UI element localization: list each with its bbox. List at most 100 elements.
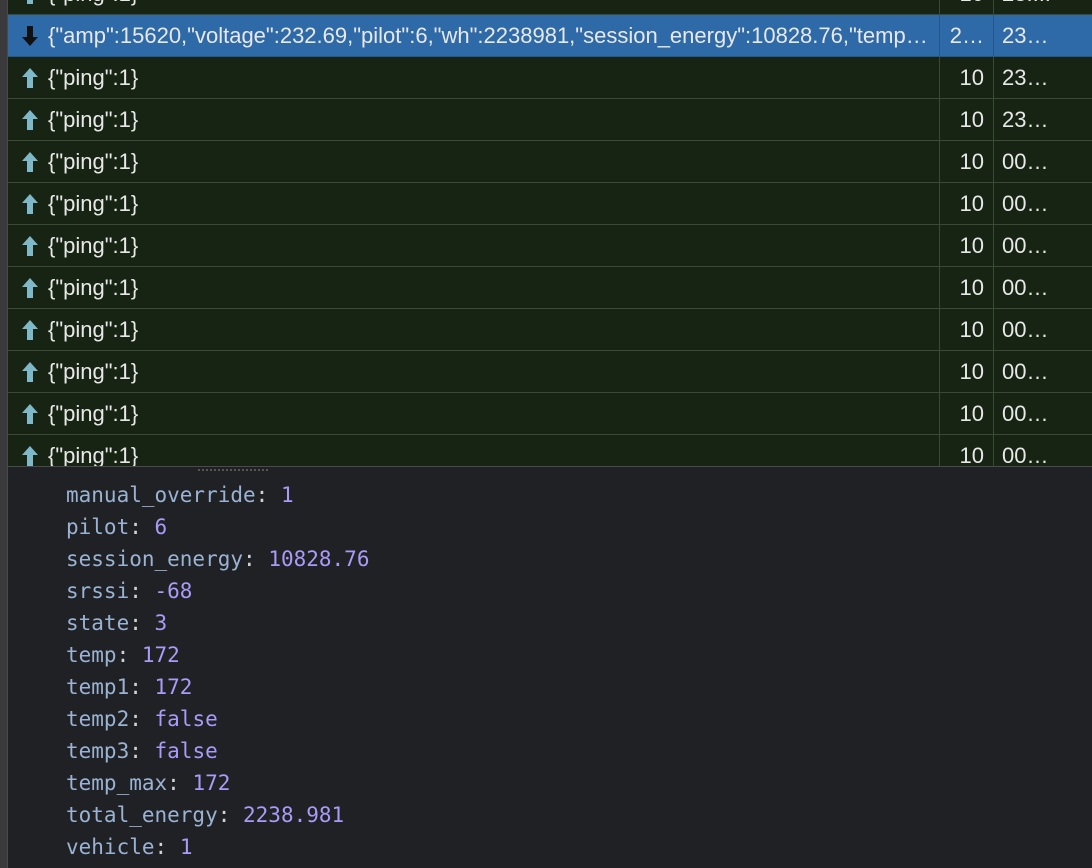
message-row[interactable]: {"ping":1} 10 00… — [8, 183, 1092, 225]
panel-left-edge — [0, 0, 8, 868]
property-key: state — [66, 611, 130, 635]
property-line[interactable]: temp: 172 — [66, 639, 180, 671]
message-row[interactable]: {"amp":15620,"voltage":232.69,"pilot":6,… — [8, 15, 1092, 57]
property-key: temp3 — [66, 739, 130, 763]
message-length: 10 — [939, 0, 992, 14]
property-separator: : — [129, 579, 155, 603]
message-length: 10 — [939, 183, 992, 224]
message-row[interactable]: {"ping":1} 10 23… — [8, 57, 1092, 99]
property-value: 172 — [154, 675, 193, 699]
property-line[interactable]: vehicle: 1 — [66, 831, 192, 863]
property-line[interactable]: total_energy: 2238.981 — [66, 799, 344, 831]
message-length: 10 — [939, 225, 992, 266]
websocket-inspector: {"ping":1}1023:...{"amp":15620,"voltage"… — [0, 0, 1092, 868]
message-time: 23… — [993, 99, 1092, 140]
property-value: 10828.76 — [268, 547, 370, 571]
message-detail-panel[interactable]: manual_override: 1 pilot: 6 session_energy… — [8, 466, 1092, 868]
message-length: 10 — [939, 141, 992, 182]
property-value: false — [154, 739, 218, 763]
property-separator: : — [129, 739, 155, 763]
property-key: temp2 — [66, 707, 130, 731]
message-time: 00… — [993, 393, 1092, 434]
property-line[interactable]: temp1: 172 — [66, 671, 192, 703]
property-line[interactable]: session_energy: 10828.76 — [66, 543, 369, 575]
property-value: 1 — [280, 483, 294, 507]
property-key: vehicle — [66, 835, 155, 859]
message-time: 00… — [993, 225, 1092, 266]
message-row[interactable]: {"ping":1} 10 00… — [8, 267, 1092, 309]
message-row[interactable]: {"ping":1} 10 00… — [8, 435, 1092, 466]
property-value: 172 — [141, 643, 180, 667]
message-row[interactable]: {"ping":1} 10 00… — [8, 225, 1092, 267]
property-value: false — [154, 707, 218, 731]
property-value: 6 — [154, 515, 168, 539]
property-separator: : — [116, 643, 142, 667]
message-row[interactable]: {"ping":1} 10 23… — [8, 99, 1092, 141]
message-data: {"ping":1} — [48, 275, 139, 300]
message-row[interactable]: {"ping":1} 10 00… — [8, 393, 1092, 435]
message-row[interactable]: {"ping":1} 10 00… — [8, 141, 1092, 183]
message-time: 00… — [993, 309, 1092, 350]
message-time: 23:... — [993, 0, 1092, 14]
message-time: 23… — [993, 15, 1092, 56]
property-key: session_energy — [66, 547, 244, 571]
message-length: 10 — [939, 309, 992, 350]
message-length: 10 — [939, 267, 992, 308]
message-data: {"ping":1} — [48, 191, 139, 216]
message-data: {"ping":1} — [48, 401, 139, 426]
message-time: 00… — [993, 183, 1092, 224]
property-value: -68 — [154, 579, 193, 603]
property-separator: : — [217, 803, 244, 827]
message-time: 00… — [993, 435, 1092, 466]
property-key: temp — [66, 643, 117, 667]
property-line[interactable]: pilot: 6 — [66, 511, 167, 543]
message-time: 00… — [993, 351, 1092, 392]
message-length: 10 — [939, 393, 992, 434]
message-row[interactable]: {"ping":1} 10 00… — [8, 351, 1092, 393]
property-line[interactable]: temp3: false — [66, 735, 218, 767]
property-separator: : — [129, 611, 155, 635]
message-length: 10 — [939, 57, 992, 98]
message-length: 2… — [939, 15, 992, 56]
message-time: 23… — [993, 57, 1092, 98]
property-separator: : — [255, 483, 281, 507]
message-data: {"ping":1} — [8, 0, 938, 14]
property-line[interactable]: srssi: -68 — [66, 575, 192, 607]
property-separator: : — [129, 707, 155, 731]
property-line[interactable]: manual_override: 1 — [66, 479, 294, 511]
message-data: {"ping":1} — [48, 149, 139, 174]
property-key: manual_override — [66, 483, 256, 507]
messages-table[interactable]: {"ping":1}1023:...{"amp":15620,"voltage"… — [8, 0, 1092, 466]
property-line[interactable]: temp_max: 172 — [66, 767, 230, 799]
property-line[interactable]: temp2: false — [66, 703, 218, 735]
property-separator: : — [129, 675, 155, 699]
property-line[interactable]: state: 3 — [66, 607, 167, 639]
property-key: total_energy — [66, 803, 218, 827]
property-separator: : — [167, 771, 193, 795]
message-length: 10 — [939, 99, 992, 140]
scrolled-content-edge — [198, 467, 268, 471]
message-length: 10 — [939, 435, 992, 466]
property-key: temp1 — [66, 675, 130, 699]
message-data: {"ping":1} — [48, 359, 139, 384]
message-data: {"ping":1} — [48, 107, 139, 132]
property-key: pilot — [66, 515, 130, 539]
property-key: srssi — [66, 579, 130, 603]
message-data: {"ping":1} — [48, 233, 139, 258]
message-data: {"ping":1} — [48, 443, 139, 466]
message-length: 10 — [939, 351, 992, 392]
property-value: 3 — [154, 611, 168, 635]
message-row[interactable]: {"ping":1} 10 00… — [8, 309, 1092, 351]
message-data: {"ping":1} — [48, 317, 139, 342]
property-value: 172 — [192, 771, 231, 795]
messages-list: {"ping":1}1023:...{"amp":15620,"voltage"… — [8, 0, 1092, 466]
message-time: 00… — [993, 141, 1092, 182]
property-separator: : — [129, 515, 155, 539]
property-key: temp_max — [66, 771, 168, 795]
property-value: 1 — [179, 835, 193, 859]
message-time: 00… — [993, 267, 1092, 308]
message-data: {"ping":1} — [48, 65, 139, 90]
message-row[interactable]: {"ping":1}1023:... — [8, 0, 1092, 15]
property-separator: : — [243, 547, 269, 571]
property-value: 2238.981 — [243, 803, 345, 827]
